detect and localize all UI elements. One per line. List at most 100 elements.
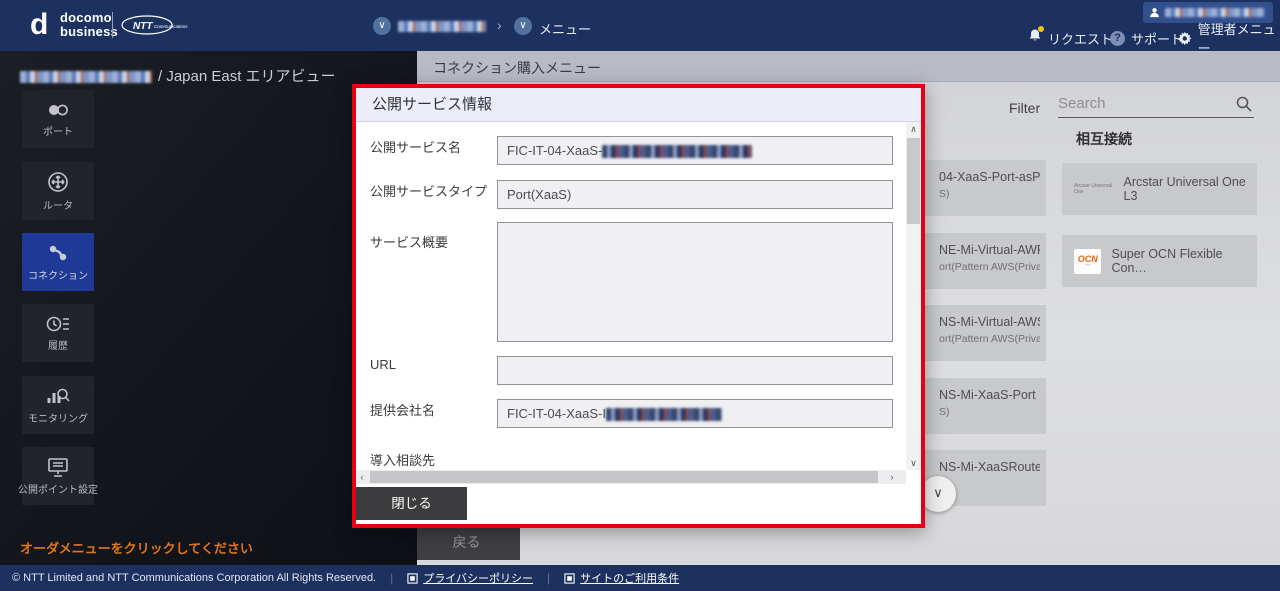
history-icon: [46, 316, 69, 331]
panel-titlebar: コネクション購入メニュー: [417, 51, 1280, 82]
interconnect-card-ocn[interactable]: OCN ━━━ Super OCN Flexible Con…: [1062, 235, 1257, 287]
header-nav-support[interactable]: ? サポート: [1110, 29, 1183, 47]
chevron-down-icon[interactable]: ∨: [373, 17, 391, 35]
service-card-subtitle: S): [939, 406, 950, 418]
bell-icon: [1028, 26, 1044, 48]
header-nav-admin-menu[interactable]: 管理者メニュー: [1178, 22, 1280, 56]
interconnect-card-label: Arcstar Universal One L3: [1123, 175, 1246, 203]
privacy-policy-label: プライバシーポリシー: [423, 573, 534, 585]
service-card[interactable]: NE-Mi-Virtual-AWPri… ort(Pattern AWS(Pri…: [910, 233, 1046, 289]
service-card[interactable]: NS-Mi-XaaS-Port S): [910, 378, 1046, 434]
notification-dot: [1038, 26, 1044, 32]
tenant-name-redacted[interactable]: [398, 21, 486, 32]
svg-text:Communications: Communications: [154, 24, 188, 29]
service-card-title: 04-XaaS-Port-asPath…: [939, 170, 1040, 184]
field-label-consult: 導入相談先: [370, 453, 436, 468]
sidebar-item-router[interactable]: ルータ: [22, 162, 94, 220]
scroll-down-button[interactable]: ∨: [920, 476, 956, 512]
filter-label: Filter: [1009, 100, 1041, 116]
router-icon: [48, 171, 68, 192]
docomo-business-logo: docomo business: [60, 11, 118, 39]
modal-title: 公開サービス情報: [356, 88, 921, 122]
scroll-up-arrow[interactable]: ∧: [906, 122, 921, 136]
service-card[interactable]: NS-Mi-Virtual-AWS ort(Pattern AWS(Privat…: [910, 305, 1046, 361]
horizontal-scroll-thumb[interactable]: [370, 471, 878, 483]
sidebar-item-label: モニタリング: [28, 413, 88, 425]
service-type-input[interactable]: Port(XaaS): [497, 180, 893, 209]
svg-text:NTT: NTT: [133, 21, 153, 32]
breadcrumb-separator: ›: [497, 17, 502, 33]
redacted-text: [602, 145, 753, 159]
search-input[interactable]: [1058, 91, 1228, 116]
tenant-title-redacted: [20, 71, 152, 84]
field-label-company: 提供会社名: [370, 403, 436, 418]
area-view-title: / Japan East エリアビュー: [20, 65, 336, 86]
user-name-redacted: [1165, 8, 1265, 17]
service-card-title: NE-Mi-Virtual-AWPri…: [939, 243, 1040, 257]
service-card-title: NS-Mi-XaaS-Port: [939, 388, 1036, 402]
external-link-icon: [407, 572, 418, 584]
public-service-info-modal: 公開サービス情報 公開サービス名 FIC-IT-04-XaaS- 公開サービスタ…: [352, 84, 925, 528]
service-card[interactable]: 04-XaaS-Port-asPath… S): [910, 160, 1046, 216]
order-menu-hint: オーダメニューをクリックしてください: [20, 541, 253, 556]
modal-horizontal-scrollbar[interactable]: ‹ ›: [356, 470, 906, 484]
service-name-input[interactable]: FIC-IT-04-XaaS-: [497, 136, 893, 165]
scroll-down-arrow[interactable]: ∨: [906, 456, 921, 470]
service-card-title: NS-Mi-XaaSRouter: [939, 460, 1040, 474]
gear-icon: [1178, 31, 1192, 45]
app-header: d docomo business NTT Communications ∨ ›…: [0, 0, 1280, 56]
vertical-scroll-thumb[interactable]: [907, 138, 920, 224]
scroll-right-arrow[interactable]: ›: [886, 470, 898, 484]
close-button[interactable]: 閉じる: [356, 487, 467, 520]
area-view-title-text: / Japan East エリアビュー: [158, 68, 336, 85]
company-input[interactable]: FIC-IT-04-XaaS-I: [497, 399, 893, 428]
search-icon[interactable]: [1236, 96, 1252, 112]
redacted-text: [605, 408, 722, 422]
service-card-subtitle: ort(Pattern AWS(Private V…: [939, 333, 1040, 345]
privacy-policy-link[interactable]: プライバシーポリシー: [407, 570, 533, 586]
page-footer: © NTT Limited and NTT Communications Cor…: [0, 565, 1280, 591]
chevron-down-icon[interactable]: ∨: [514, 17, 532, 35]
sidebar-item-label: コネクション: [28, 270, 88, 282]
field-label-service-name: 公開サービス名: [370, 140, 462, 155]
monitoring-icon: [47, 388, 70, 403]
sidebar-item-public-point-settings[interactable]: 公開ポイント設定: [18, 447, 98, 505]
company-value: FIC-IT-04-XaaS-I: [507, 406, 606, 421]
scroll-left-arrow[interactable]: ‹: [356, 470, 368, 484]
modal-vertical-scrollbar[interactable]: ∧ ∨: [906, 122, 921, 470]
sidebar-item-label: 履歴: [48, 340, 68, 352]
sidebar-item-label: 公開ポイント設定: [18, 484, 98, 496]
service-card-subtitle: ort(Pattern AWS(Private V…: [939, 261, 1040, 273]
service-name-value: FIC-IT-04-XaaS-: [507, 143, 603, 158]
panel-title: コネクション購入メニュー: [433, 60, 601, 76]
sidebar-item-monitoring[interactable]: モニタリング: [22, 376, 94, 434]
arcstar-logo: Arcstar Universal One: [1074, 183, 1113, 195]
logo-divider: [112, 12, 113, 38]
support-label: サポート: [1131, 31, 1184, 47]
summary-textarea[interactable]: [497, 222, 893, 342]
docomo-logo-glyph: d: [30, 8, 49, 41]
connection-icon: [49, 245, 67, 260]
interconnect-card-arcstar[interactable]: Arcstar Universal One Arcstar Universal …: [1062, 163, 1257, 215]
external-link-icon: [564, 572, 575, 584]
ocn-logo-sub: ━━━: [1085, 263, 1091, 267]
service-type-value: Port(XaaS): [507, 187, 572, 202]
copyright-text: © NTT Limited and NTT Communications Cor…: [12, 572, 377, 584]
sidebar-item-label: ポート: [43, 126, 73, 138]
back-button[interactable]: 戻る: [413, 524, 520, 560]
header-nav-requests[interactable]: リクエスト: [1028, 26, 1113, 48]
footer-divider: |: [547, 571, 551, 585]
admin-menu-label: 管理者メニュー: [1197, 22, 1276, 56]
field-label-service-type: 公開サービスタイプ: [370, 184, 488, 199]
sidebar-item-history[interactable]: 履歴: [22, 304, 94, 362]
breadcrumb-menu[interactable]: メニュー: [539, 19, 591, 38]
sidebar-item-connection[interactable]: コネクション: [22, 233, 94, 291]
ocn-logo: OCN ━━━: [1074, 248, 1102, 274]
url-input[interactable]: [497, 356, 893, 385]
service-card-title: NS-Mi-Virtual-AWS: [939, 315, 1040, 329]
field-label-url: URL: [370, 357, 397, 372]
sidebar-item-port[interactable]: ポート: [22, 90, 94, 148]
logo-line2: business: [60, 24, 118, 39]
port-icon: [49, 104, 68, 115]
terms-link[interactable]: サイトのご利用条件: [564, 570, 679, 586]
